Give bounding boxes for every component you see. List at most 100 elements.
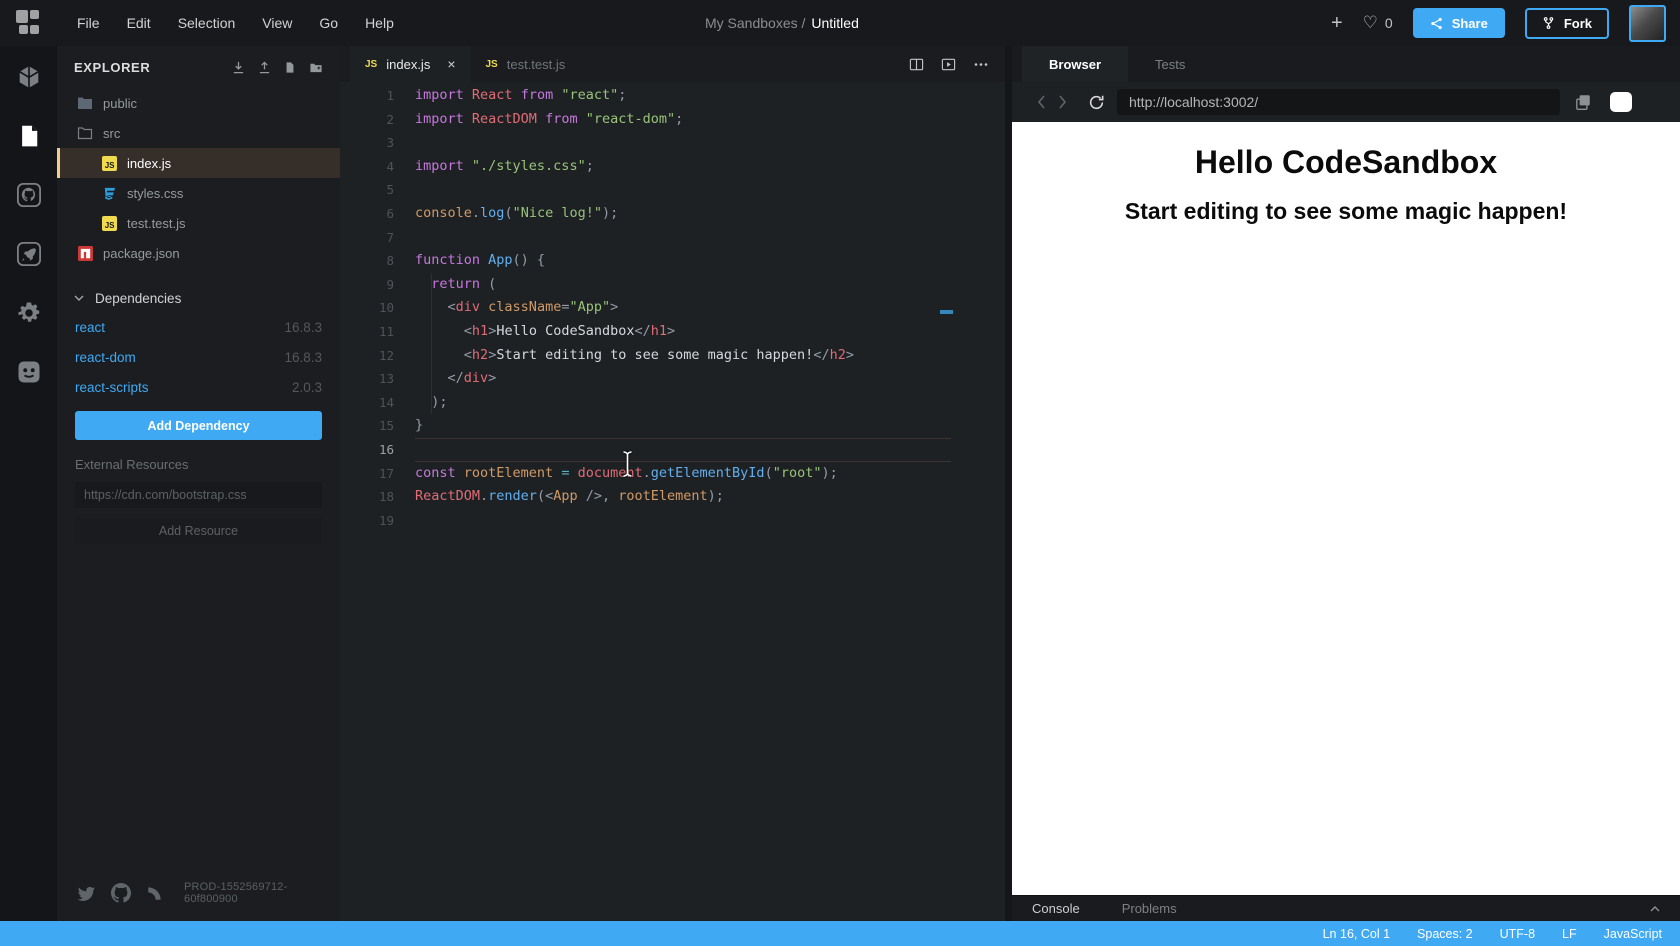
status-language[interactable]: JavaScript: [1604, 927, 1662, 941]
user-avatar[interactable]: [1629, 5, 1666, 42]
breadcrumb-prefix[interactable]: My Sandboxes /: [705, 15, 805, 31]
code-line[interactable]: 12 <h2>Start editing to see some magic h…: [340, 344, 1005, 368]
code-token: App: [553, 488, 586, 504]
menu-view[interactable]: View: [262, 15, 292, 31]
file-item-test.test.js[interactable]: JStest.test.js: [57, 208, 340, 238]
code-line[interactable]: 14 );: [340, 391, 1005, 415]
deployment-rocket-icon[interactable]: [17, 242, 41, 266]
code-token: document: [578, 465, 643, 481]
menu-edit[interactable]: Edit: [127, 15, 151, 31]
code-editor[interactable]: 1import React from "react";2import React…: [340, 82, 1005, 921]
code-line[interactable]: 2import ReactDOM from "react-dom";: [340, 108, 1005, 132]
community-icon[interactable]: [17, 360, 41, 384]
code-line[interactable]: 3: [340, 131, 1005, 155]
new-sandbox-button[interactable]: +: [1331, 13, 1343, 33]
code-token: );: [821, 465, 837, 481]
back-icon[interactable]: [1036, 94, 1058, 110]
code-line[interactable]: 10 <div className="App">: [340, 296, 1005, 320]
github-icon[interactable]: [17, 183, 41, 207]
tab-tests[interactable]: Tests: [1128, 46, 1212, 82]
code-line[interactable]: 9 return (: [340, 273, 1005, 297]
code-line[interactable]: 17const rootElement = document.getElemen…: [340, 462, 1005, 486]
code-token: Start editing to see some magic happen!: [496, 347, 813, 363]
code-token: div: [464, 370, 488, 386]
explorer-sidebar: EXPLORER publicsrcJSindex.jsstyles.cssJS…: [57, 46, 340, 921]
code-line[interactable]: 18ReactDOM.render(<App />, rootElement);: [340, 485, 1005, 509]
forward-icon[interactable]: [1058, 94, 1080, 110]
like-button[interactable]: ♡ 0: [1363, 13, 1393, 33]
line-content: [415, 226, 951, 250]
code-token: h1: [651, 323, 667, 339]
menu-selection[interactable]: Selection: [178, 15, 236, 31]
status-encoding[interactable]: UTF-8: [1500, 927, 1535, 941]
code-line[interactable]: 7: [340, 226, 1005, 250]
code-line[interactable]: 5: [340, 178, 1005, 202]
codesandbox-logo-button[interactable]: [0, 0, 57, 46]
file-item-styles.css[interactable]: styles.css: [57, 178, 340, 208]
js-file-icon: JS: [486, 59, 498, 70]
code-line[interactable]: 15}: [340, 414, 1005, 438]
code-line[interactable]: 6console.log("Nice log!");: [340, 202, 1005, 226]
breadcrumb-current[interactable]: Untitled: [811, 15, 858, 31]
status-indentation[interactable]: Spaces: 2: [1417, 927, 1473, 941]
dependencies-header[interactable]: Dependencies: [57, 284, 340, 312]
spectrum-icon[interactable]: [146, 884, 164, 902]
preview-toggle-icon[interactable]: [941, 57, 956, 72]
code-line[interactable]: 16: [340, 438, 1005, 462]
resource-url-input[interactable]: [75, 482, 322, 508]
js-icon: JS: [101, 155, 117, 171]
code-token: />,: [586, 488, 619, 504]
tab-test.test.js[interactable]: JStest.test.js: [471, 46, 581, 82]
file-item-public[interactable]: public: [57, 88, 340, 118]
github-footer-icon[interactable]: [111, 883, 131, 903]
dependency-row[interactable]: react16.8.3: [57, 312, 340, 342]
upload-icon[interactable]: [258, 61, 271, 74]
code-line[interactable]: 11 <h1>Hello CodeSandbox</h1>: [340, 320, 1005, 344]
tab-browser[interactable]: Browser: [1022, 46, 1128, 82]
settings-gear-icon[interactable]: [17, 301, 41, 325]
scrollbar-marker[interactable]: [940, 310, 953, 314]
file-item-package.json[interactable]: package.json: [57, 238, 340, 268]
responsive-mode-toggle[interactable]: [1610, 92, 1632, 112]
file-explorer-icon[interactable]: [17, 124, 41, 148]
tab-problems[interactable]: Problems: [1122, 901, 1177, 916]
dependency-row[interactable]: react-dom16.8.3: [57, 342, 340, 372]
editor-tab-bar: JSindex.js×JStest.test.js: [340, 46, 1005, 82]
code-line[interactable]: 8function App() {: [340, 249, 1005, 273]
console-bar: Console Problems: [1012, 895, 1680, 921]
more-options-icon[interactable]: [973, 62, 989, 67]
dependency-row[interactable]: react-scripts2.0.3: [57, 372, 340, 402]
tab-console[interactable]: Console: [1032, 901, 1080, 916]
line-content: [415, 438, 951, 462]
file-item-index.js[interactable]: JSindex.js: [57, 148, 340, 178]
menu-help[interactable]: Help: [365, 15, 394, 31]
close-icon[interactable]: ×: [447, 56, 455, 72]
share-button[interactable]: Share: [1413, 8, 1505, 38]
code-token: >: [846, 347, 854, 363]
tab-index.js[interactable]: JSindex.js×: [350, 46, 471, 82]
sandbox-cube-icon[interactable]: [17, 65, 41, 89]
refresh-icon[interactable]: [1088, 94, 1105, 111]
open-in-new-window-icon[interactable]: [1574, 93, 1592, 111]
new-folder-icon[interactable]: [309, 61, 323, 74]
code-line[interactable]: 1import React from "react";: [340, 84, 1005, 108]
file-name: styles.css: [127, 186, 183, 201]
menu-file[interactable]: File: [77, 15, 100, 31]
code-line[interactable]: 19: [340, 509, 1005, 533]
status-eol[interactable]: LF: [1562, 927, 1577, 941]
menu-go[interactable]: Go: [319, 15, 338, 31]
code-token: }: [415, 417, 423, 433]
twitter-icon[interactable]: [77, 884, 96, 903]
add-dependency-button[interactable]: Add Dependency: [75, 411, 322, 440]
fork-button[interactable]: Fork: [1525, 8, 1609, 39]
chevron-up-icon[interactable]: [1650, 906, 1660, 912]
code-line[interactable]: 13 </div>: [340, 367, 1005, 391]
status-cursor-position[interactable]: Ln 16, Col 1: [1323, 927, 1390, 941]
new-file-icon[interactable]: [284, 61, 296, 74]
code-line[interactable]: 4import "./styles.css";: [340, 155, 1005, 179]
download-icon[interactable]: [232, 61, 245, 74]
url-input[interactable]: [1117, 89, 1560, 115]
add-resource-button[interactable]: Add Resource: [75, 518, 322, 544]
split-view-icon[interactable]: [909, 57, 924, 72]
file-item-src[interactable]: src: [57, 118, 340, 148]
